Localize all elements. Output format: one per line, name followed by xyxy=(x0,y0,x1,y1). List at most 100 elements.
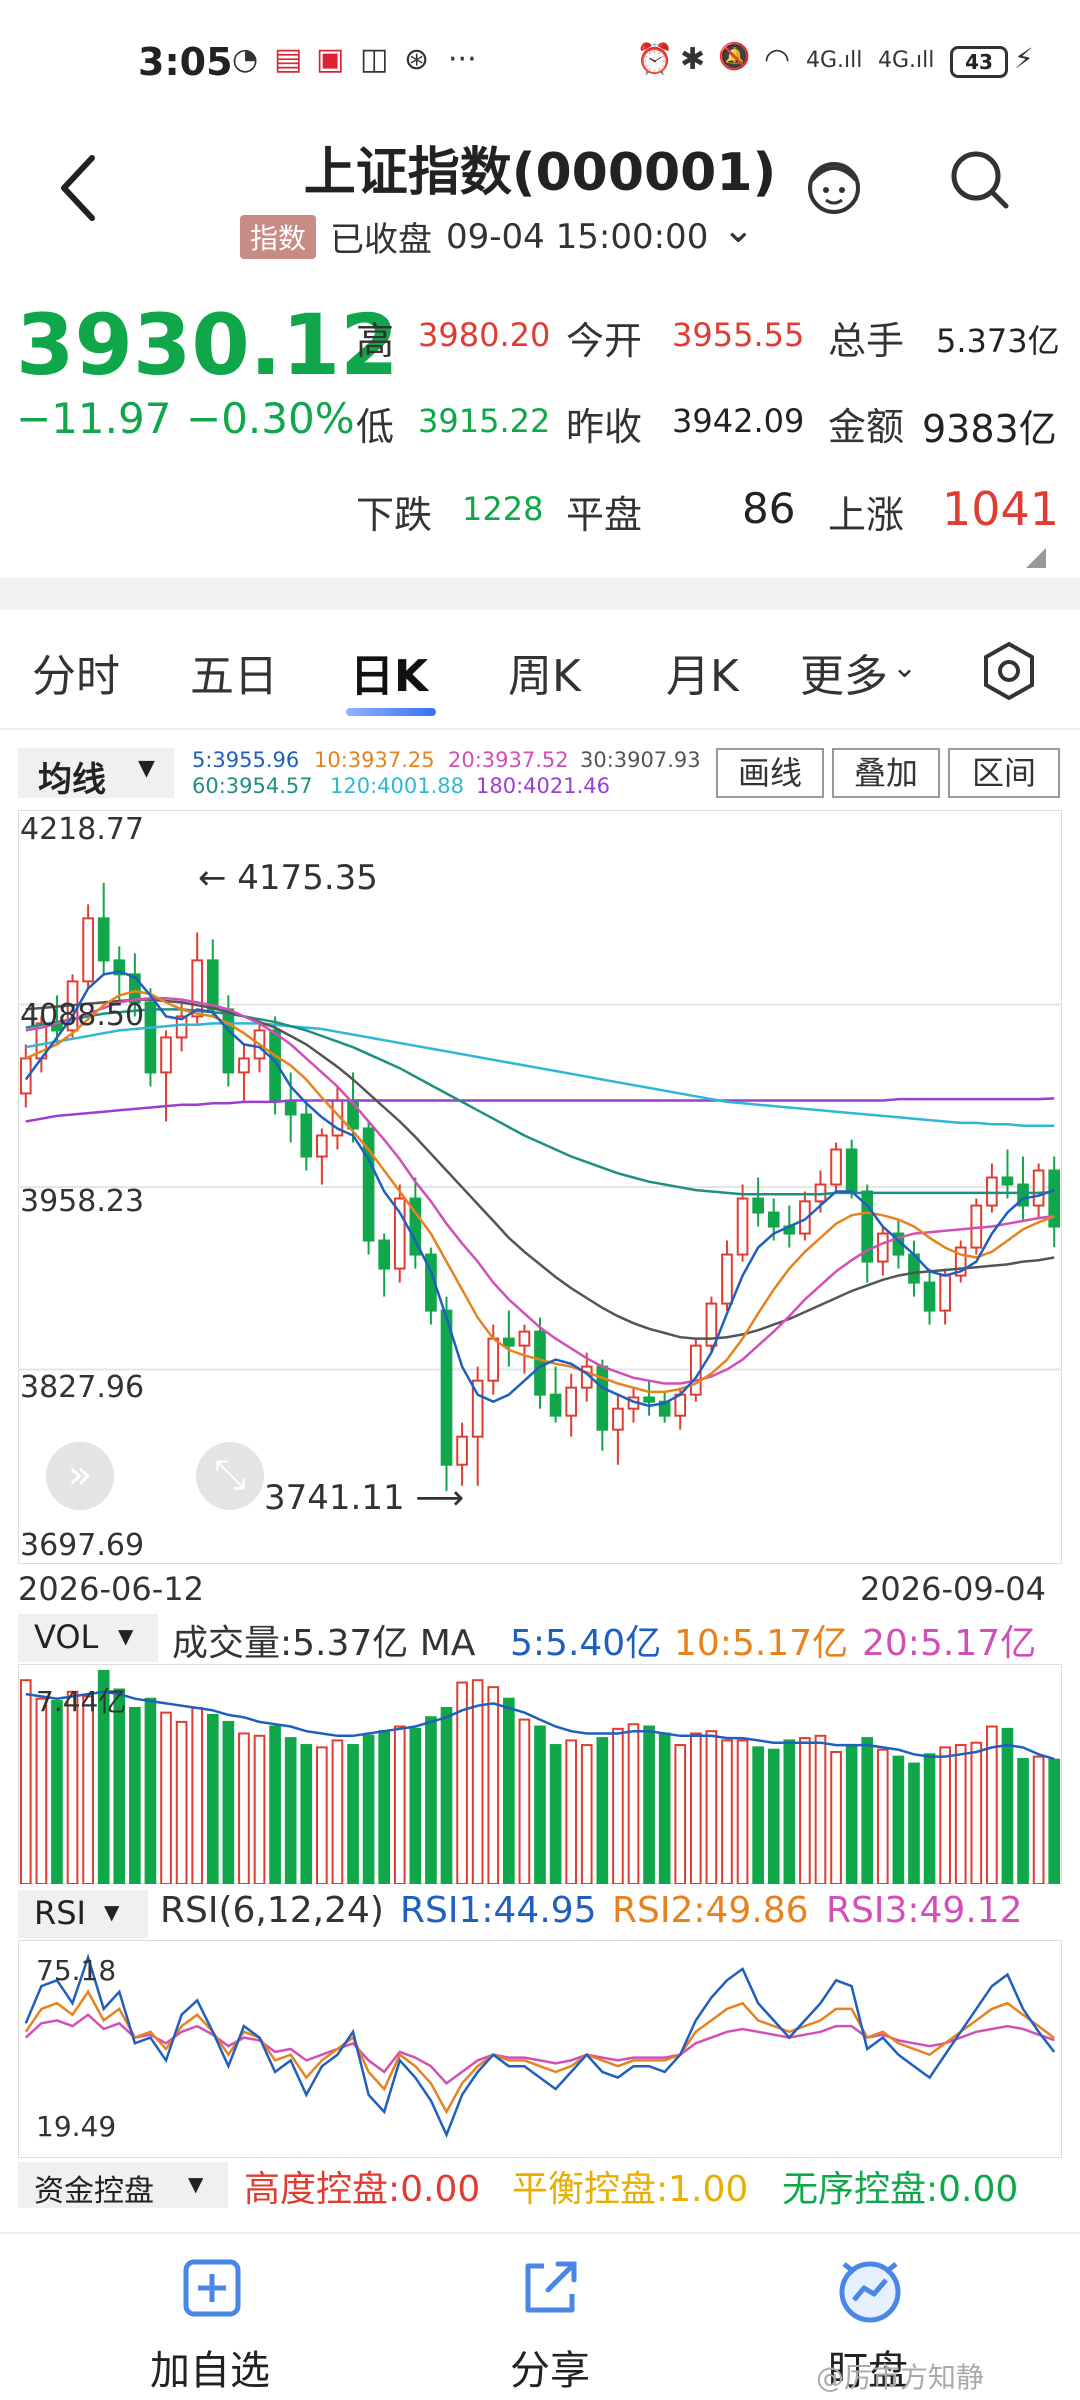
charging-icon: ⚡ xyxy=(1014,42,1034,75)
tab-monthly-k[interactable]: 月K xyxy=(666,640,739,704)
ma120-line xyxy=(25,1022,1055,1128)
nav-add-watchlist[interactable]: 加自选 xyxy=(150,2338,270,2396)
capital-disorder: 无序控盘:0.00 xyxy=(782,2169,1019,2210)
volume-bar xyxy=(269,1725,281,1884)
notification-icon: ▣ xyxy=(316,42,345,77)
volume-bar xyxy=(378,1730,391,1884)
x-end-date: 2026-09-04 xyxy=(860,1570,1046,1608)
volume-bar xyxy=(627,1723,640,1884)
add-watchlist-icon[interactable] xyxy=(180,2256,244,2320)
notification-icon: ◔ xyxy=(232,42,259,77)
volume-bar xyxy=(82,1695,94,1884)
candle-body xyxy=(721,1253,733,1305)
candle-body xyxy=(986,1176,998,1207)
volume-bar xyxy=(923,1753,936,1884)
volume-label: 总手 xyxy=(828,319,905,363)
capital-dropdown[interactable]: 资金控盘 ▼ xyxy=(18,2162,228,2209)
unchanged-label: 平盘 xyxy=(566,493,643,537)
volume-bar xyxy=(830,1751,842,1884)
alarm-icon: ⏰ xyxy=(636,42,674,77)
tab-intraday[interactable]: 分时 xyxy=(32,640,120,704)
volume-bar xyxy=(35,1697,48,1884)
nav-share[interactable]: 分享 xyxy=(510,2338,590,2396)
ma20-value: 20:3937.52 xyxy=(448,748,569,772)
capital-balance: 平衡控盘:1.00 xyxy=(512,2169,749,2210)
volume-bar xyxy=(643,1725,655,1884)
volume-bar xyxy=(970,1741,983,1884)
volume-bar xyxy=(425,1716,437,1884)
candle-body xyxy=(752,1197,764,1214)
candle-body xyxy=(206,959,219,1011)
candle-body xyxy=(923,1281,936,1312)
volume-bar xyxy=(284,1737,297,1884)
volume-bar xyxy=(892,1755,905,1884)
candle-body xyxy=(1001,1176,1014,1186)
index-tag: 指数 xyxy=(240,214,317,259)
vol-dropdown[interactable]: VOL ▼ xyxy=(18,1614,158,1662)
vol-legend: 成交量:5.37亿 MA xyxy=(172,1623,476,1664)
fullscreen-icon[interactable]: ⤡ xyxy=(196,1442,264,1510)
rsi-dropdown[interactable]: RSI ▼ xyxy=(18,1890,148,1938)
tab-daily-k[interactable]: 日K xyxy=(350,640,428,704)
low-value: 3915.22 xyxy=(418,402,551,440)
volume-bar xyxy=(736,1739,749,1884)
volume-bar xyxy=(534,1725,546,1884)
rsi-dropdown-label: RSI xyxy=(34,1894,86,1932)
candle-body xyxy=(316,1134,328,1158)
settings-hexagon-icon[interactable] xyxy=(978,640,1040,702)
amount-value: 9383亿 xyxy=(922,407,1057,451)
x-start-date: 2026-06-12 xyxy=(18,1570,204,1608)
indicator-dropdown[interactable]: 均线 ▼ xyxy=(18,748,174,800)
candle-body xyxy=(767,1211,780,1228)
tab-more[interactable]: 更多 xyxy=(800,640,888,704)
candle-body xyxy=(456,1435,468,1466)
watch-icon[interactable] xyxy=(830,2250,910,2326)
capital-dropdown-label: 资金控盘 xyxy=(34,2174,154,2209)
candle-body xyxy=(440,1309,453,1466)
market-status-text: 已收盘 xyxy=(330,220,433,260)
market-status[interactable]: 指数 已收盘 09-04 15:00:00 ⌄ xyxy=(240,207,754,261)
tab-weekly-k[interactable]: 周K xyxy=(508,640,581,704)
volume-bar xyxy=(300,1744,313,1884)
volume-bar xyxy=(767,1748,780,1884)
volume-bar xyxy=(238,1732,250,1884)
draw-button[interactable]: 画线 xyxy=(716,748,824,798)
fast-forward-icon[interactable]: » xyxy=(46,1442,114,1510)
candle-body xyxy=(1032,1169,1045,1207)
volume-bar xyxy=(316,1746,328,1884)
volume-bar xyxy=(253,1734,266,1884)
volume-bar xyxy=(658,1732,671,1884)
volume-bar xyxy=(487,1686,500,1884)
y-tick-label: 3827.96 xyxy=(20,1370,145,1405)
volume-bar xyxy=(986,1725,998,1884)
volume-bar xyxy=(191,1707,204,1884)
ma10-value: 10:3937.25 xyxy=(314,748,435,772)
candle-body xyxy=(144,1001,157,1074)
high-value: 3980.20 xyxy=(418,316,551,354)
vol-y-tick: 7.44亿 xyxy=(36,1685,127,1718)
volume-bar xyxy=(518,1718,531,1884)
high-annotation-value: 4175.35 xyxy=(237,858,378,898)
candle-body xyxy=(378,1239,391,1270)
volume-bar xyxy=(674,1744,687,1884)
watermark: @厉市方知静 xyxy=(816,2361,985,2394)
tab-five-day[interactable]: 五日 xyxy=(190,640,278,704)
overlay-button[interactable]: 叠加 xyxy=(832,748,940,798)
expand-corner-icon[interactable] xyxy=(1026,548,1046,568)
y-tick-label: 4218.77 xyxy=(20,812,145,847)
volume-bar xyxy=(19,1679,32,1884)
search-icon[interactable] xyxy=(948,148,1012,212)
range-button[interactable]: 区间 xyxy=(948,748,1060,798)
volume-bar xyxy=(565,1739,577,1884)
low-label: 低 xyxy=(356,405,395,449)
volume-bar xyxy=(347,1744,359,1884)
candlestick-chart[interactable] xyxy=(18,810,1062,1564)
assistant-avatar-icon[interactable] xyxy=(800,150,868,218)
candle-body xyxy=(534,1330,546,1396)
share-icon[interactable] xyxy=(518,2256,582,2320)
volume-bar xyxy=(783,1739,796,1884)
volume-bar xyxy=(954,1744,967,1884)
volume-chart[interactable] xyxy=(18,1664,1062,1884)
rsi-chart[interactable] xyxy=(18,1940,1062,2158)
rsi2-value: RSI2:49.86 xyxy=(612,1890,809,1931)
